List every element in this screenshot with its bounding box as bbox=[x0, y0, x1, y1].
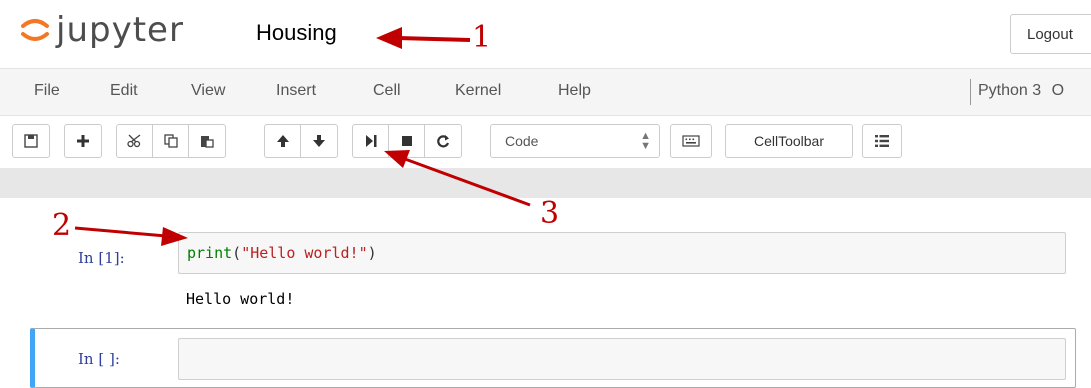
insert-group bbox=[64, 124, 102, 158]
clipboard-group bbox=[116, 124, 226, 158]
jupyter-logo-icon bbox=[21, 19, 49, 41]
menu-kernel[interactable]: Kernel bbox=[455, 82, 501, 100]
toolbar-shadow-band bbox=[0, 168, 1091, 198]
keyboard-icon bbox=[682, 135, 700, 147]
cell-2-input[interactable] bbox=[178, 338, 1066, 380]
stop-button[interactable] bbox=[389, 125, 425, 157]
jupyter-logo[interactable]: jupyter bbox=[20, 10, 184, 50]
restart-icon bbox=[437, 135, 450, 148]
save-icon bbox=[24, 134, 38, 148]
annotation-label-2: 2 bbox=[52, 208, 72, 243]
notebook-name[interactable]: Housing bbox=[256, 20, 337, 46]
cell-2-prompt: In [ ]: bbox=[78, 350, 120, 368]
menu-cell[interactable]: Cell bbox=[373, 82, 401, 100]
annotation-label-1: 1 bbox=[472, 20, 492, 55]
kernel-name: Python 3 bbox=[978, 82, 1042, 99]
code-open-paren: ( bbox=[232, 244, 242, 262]
cell-1-output: Hello world! bbox=[186, 290, 295, 308]
code-string: "Hello world!" bbox=[241, 244, 368, 262]
arrow-down-icon bbox=[313, 135, 325, 147]
command-palette-button[interactable] bbox=[670, 124, 712, 158]
paste-icon bbox=[201, 136, 214, 148]
list-button[interactable] bbox=[862, 124, 902, 158]
move-up-button[interactable] bbox=[265, 125, 301, 157]
run-group bbox=[352, 124, 462, 158]
save-group bbox=[12, 124, 50, 158]
code-builtin: print bbox=[187, 244, 233, 262]
toolbar: Code ▲ ▼ CellToolbar bbox=[0, 116, 1091, 168]
save-button[interactable] bbox=[13, 125, 49, 157]
stop-icon bbox=[401, 136, 412, 146]
paste-button[interactable] bbox=[189, 125, 225, 157]
code-close-paren: ) bbox=[367, 244, 377, 262]
logout-button[interactable]: Logout bbox=[1010, 14, 1091, 54]
list-icon bbox=[875, 135, 889, 147]
kernel-status-icon: O bbox=[1051, 82, 1065, 99]
annotation-label-3: 3 bbox=[540, 196, 560, 231]
menubar: File Edit View Insert Cell Kernel Help P… bbox=[0, 68, 1091, 116]
menu-view[interactable]: View bbox=[191, 82, 225, 100]
move-group bbox=[264, 124, 338, 158]
kernel-separator bbox=[970, 79, 971, 105]
cell-1-input[interactable]: print("Hello world!") bbox=[178, 232, 1066, 274]
cell-type-value: Code bbox=[505, 133, 539, 149]
select-caret-icon: ▲ ▼ bbox=[640, 130, 651, 152]
menu-edit[interactable]: Edit bbox=[110, 82, 138, 100]
celltoolbar-button[interactable]: CellToolbar bbox=[725, 124, 853, 158]
cell-1-prompt: In [1]: bbox=[78, 249, 125, 267]
arrow-up-icon bbox=[276, 135, 289, 147]
cut-button[interactable] bbox=[117, 125, 153, 157]
kernel-indicator: Python 3 O bbox=[978, 82, 1064, 100]
menu-file[interactable]: File bbox=[34, 82, 60, 100]
menu-help[interactable]: Help bbox=[558, 82, 591, 100]
copy-icon bbox=[163, 134, 178, 148]
cell-type-select[interactable]: Code ▲ ▼ bbox=[490, 124, 660, 158]
cut-icon bbox=[126, 134, 140, 148]
restart-button[interactable] bbox=[425, 125, 461, 157]
move-down-button[interactable] bbox=[301, 125, 337, 157]
copy-button[interactable] bbox=[153, 125, 189, 157]
logo-text: jupyter bbox=[56, 10, 184, 50]
plus-icon bbox=[77, 135, 89, 147]
run-button[interactable] bbox=[353, 125, 389, 157]
header: jupyter Housing Logout bbox=[0, 0, 1091, 68]
run-icon bbox=[365, 135, 376, 147]
insert-cell-button[interactable] bbox=[65, 125, 101, 157]
menu-insert[interactable]: Insert bbox=[276, 82, 316, 100]
